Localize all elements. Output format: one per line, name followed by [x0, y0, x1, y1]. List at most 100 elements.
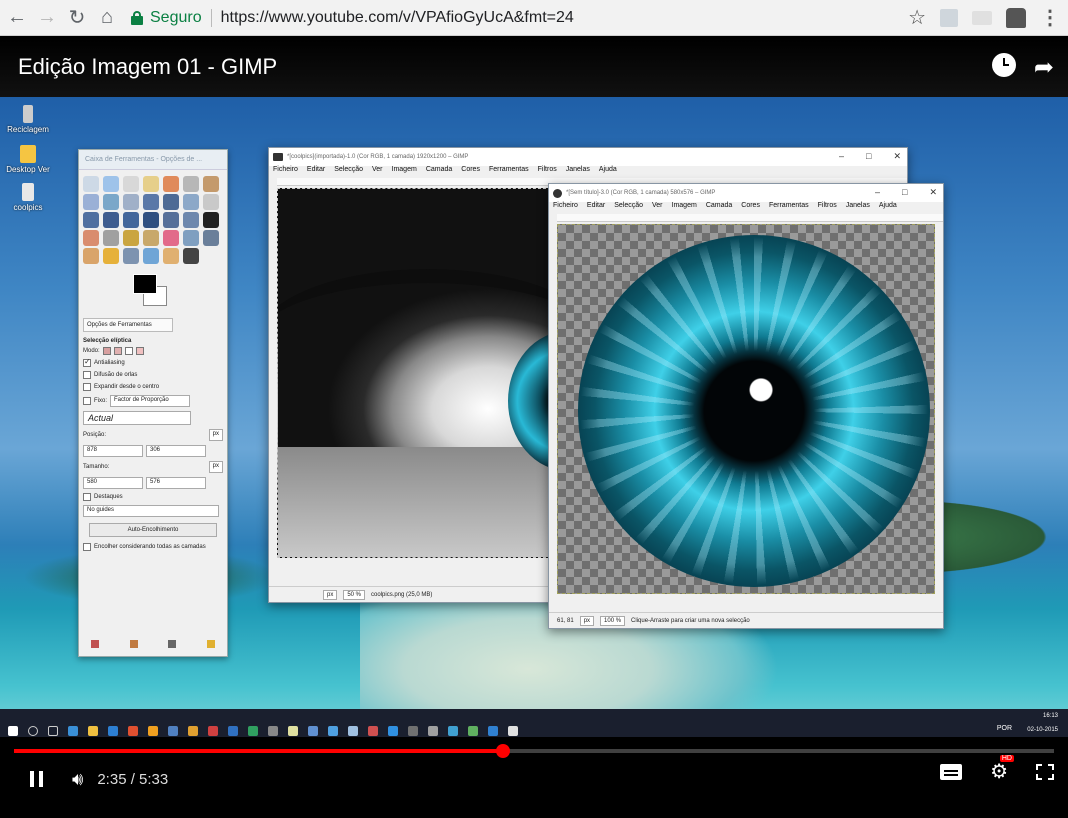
window1-unit-select[interactable]: px: [323, 589, 338, 600]
menu-editar[interactable]: Editar: [307, 166, 325, 178]
menu-icon[interactable]: ⋮: [1040, 5, 1060, 30]
delete-options-icon[interactable]: [168, 640, 177, 648]
profile-icon[interactable]: [1006, 7, 1026, 28]
reset-options-icon[interactable]: [206, 640, 215, 648]
feather-checkbox[interactable]: [83, 371, 91, 379]
antialiasing-row[interactable]: Antialiasing: [79, 357, 227, 369]
position-x-input[interactable]: 878: [83, 445, 143, 457]
back-icon[interactable]: ←: [4, 5, 30, 31]
feather-row[interactable]: Difusão de orlas: [79, 369, 227, 381]
reload-icon[interactable]: ↻: [64, 5, 90, 31]
menu-camada[interactable]: Camada: [426, 166, 452, 178]
mode-replace-icon[interactable]: [102, 347, 111, 355]
restore-options-icon[interactable]: [129, 640, 138, 648]
menu-editar[interactable]: Editar: [587, 202, 605, 214]
highlight-checkbox[interactable]: [83, 493, 91, 501]
expand-center-label: Expandir desde o centro: [94, 384, 160, 390]
save-options-icon[interactable]: [91, 640, 99, 648]
close-icon[interactable]: ✕: [893, 151, 901, 162]
size-height-input[interactable]: 576: [146, 477, 206, 489]
menu-seleccao[interactable]: Selecção: [334, 166, 363, 178]
progress-bar[interactable]: [14, 744, 1054, 758]
menu-ficheiro[interactable]: Ficheiro: [273, 166, 298, 178]
foreground-color[interactable]: [133, 274, 157, 294]
eye-photo-canvas[interactable]: [277, 188, 551, 558]
menu-camada[interactable]: Camada: [706, 202, 732, 214]
menu-seleccao[interactable]: Selecção: [614, 202, 643, 214]
toolbox-title: Caixa de Ferramentas - Opções de ...: [79, 150, 227, 170]
menu-imagem[interactable]: Imagem: [672, 202, 697, 214]
video-title[interactable]: Edição Imagem 01 - GIMP: [18, 54, 277, 80]
maximize-icon[interactable]: □: [866, 151, 871, 162]
volume-icon[interactable]: 🔊︎: [72, 769, 83, 790]
pause-icon[interactable]: [30, 771, 46, 787]
menu-ficheiro[interactable]: Ficheiro: [553, 202, 578, 214]
menu-cores[interactable]: Cores: [741, 202, 760, 214]
shrink-merged-checkbox[interactable]: [83, 543, 91, 551]
size-width-input[interactable]: 580: [83, 477, 143, 489]
menu-imagem[interactable]: Imagem: [392, 166, 417, 178]
flip-icon: [163, 212, 179, 228]
highlight-row[interactable]: Destaques: [79, 491, 227, 503]
shear-icon: [123, 212, 139, 228]
tool-options-tab[interactable]: Opções de Ferramentas: [83, 318, 173, 332]
share-icon[interactable]: ➦: [1034, 53, 1054, 82]
video-player[interactable]: Edição Imagem 01 - GIMP ➦ Reciclagem Des…: [0, 37, 1068, 818]
fixed-select[interactable]: Factor de Proporção: [110, 395, 191, 407]
crop-icon: [203, 194, 219, 210]
recycle-bin-icon: [23, 105, 33, 123]
menu-filtros[interactable]: Filtros: [538, 166, 557, 178]
address-bar[interactable]: Seguro https://www.youtube.com/v/VPAfioG…: [130, 5, 574, 31]
fixed-checkbox[interactable]: [83, 397, 91, 405]
fixed-row[interactable]: Fixo: Factor de Proporção: [79, 393, 227, 409]
antialiasing-checkbox[interactable]: [83, 357, 91, 367]
menu-janelas[interactable]: Janelas: [846, 202, 870, 214]
color-swatches[interactable]: [129, 270, 227, 316]
bookmark-star-icon[interactable]: ☆: [908, 5, 926, 30]
fullscreen-icon[interactable]: [1036, 763, 1054, 780]
window2-zoom-select[interactable]: 100 %: [600, 615, 626, 626]
menu-janelas[interactable]: Janelas: [566, 166, 590, 178]
mode-subtract-icon[interactable]: [124, 347, 133, 355]
menu-cores[interactable]: Cores: [461, 166, 480, 178]
window2-unit-select[interactable]: px: [579, 615, 595, 626]
menu-ver[interactable]: Ver: [652, 202, 663, 214]
minimize-icon[interactable]: –: [875, 187, 880, 198]
expand-center-checkbox[interactable]: [83, 383, 91, 391]
home-icon[interactable]: ⌂: [94, 5, 120, 31]
mode-intersect-icon[interactable]: [135, 347, 144, 355]
mode-add-icon[interactable]: [113, 347, 122, 355]
guides-select[interactable]: No guides: [83, 505, 219, 517]
scale-icon: [103, 212, 119, 228]
menu-ajuda[interactable]: Ajuda: [599, 166, 617, 178]
size-unit-select[interactable]: px: [208, 461, 223, 473]
menu-ferramentas[interactable]: Ferramentas: [769, 202, 809, 214]
auto-shrink-button[interactable]: Auto-Encolhimento: [89, 523, 217, 537]
smudge-brush-icon: [183, 248, 199, 264]
iris-canvas[interactable]: [557, 224, 935, 594]
shrink-merged-row[interactable]: Encolher considerando todas as camadas: [79, 541, 227, 553]
settings-icon[interactable]: ⚙ HD: [990, 755, 1014, 784]
menu-ajuda[interactable]: Ajuda: [879, 202, 897, 214]
menu-ferramentas[interactable]: Ferramentas: [489, 166, 529, 178]
extension-icon-2[interactable]: [972, 10, 992, 25]
close-icon[interactable]: ✕: [929, 187, 937, 198]
minimize-icon[interactable]: –: [839, 151, 844, 162]
forward-icon[interactable]: →: [34, 5, 60, 31]
gimp-icon: [553, 188, 562, 198]
expand-center-row[interactable]: Expandir desde o centro: [79, 381, 227, 393]
scrubber-handle[interactable]: [495, 744, 510, 758]
maximize-icon[interactable]: □: [902, 187, 907, 198]
url-text[interactable]: https://www.youtube.com/v/VPAfioGyUcA&fm…: [221, 9, 574, 27]
watch-later-icon[interactable]: [991, 53, 1016, 77]
toolbox-footer: [91, 640, 215, 648]
actual-field[interactable]: Actual: [83, 411, 191, 425]
window1-zoom-select[interactable]: 50 %: [343, 589, 366, 600]
position-unit-select[interactable]: px: [208, 429, 223, 441]
menu-filtros[interactable]: Filtros: [818, 202, 837, 214]
subtitles-icon[interactable]: [940, 763, 963, 780]
menu-ver[interactable]: Ver: [372, 166, 383, 178]
file-explorer-icon: [88, 726, 98, 736]
position-y-input[interactable]: 306: [146, 445, 206, 457]
extension-icon[interactable]: [940, 8, 958, 27]
